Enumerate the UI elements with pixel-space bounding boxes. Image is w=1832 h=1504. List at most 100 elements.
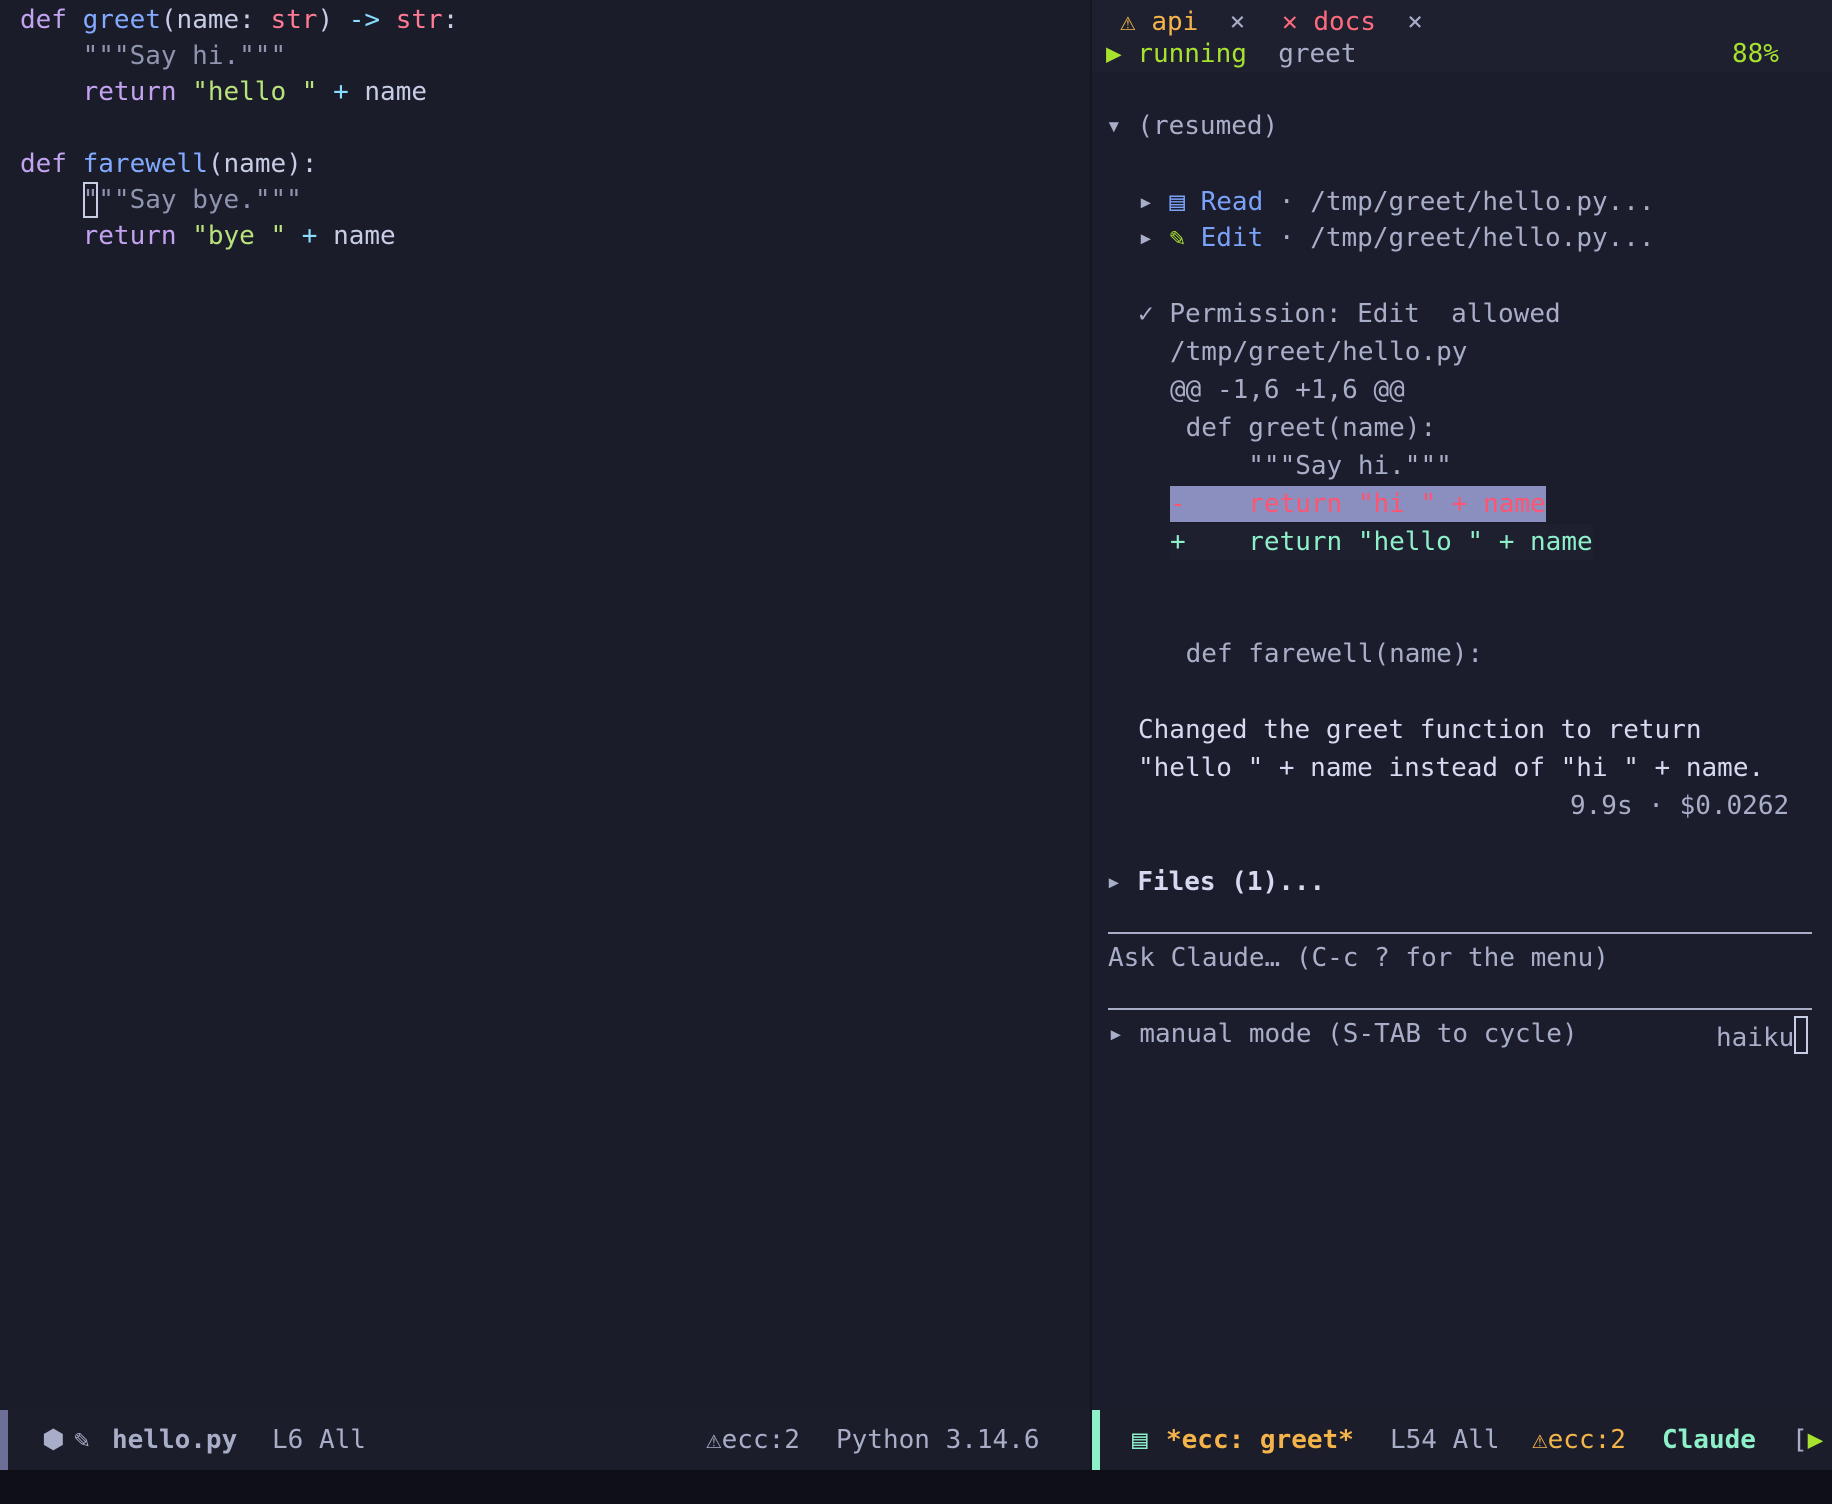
summary-line: "hello " + name instead of "hi " + name. xyxy=(1138,753,1765,783)
active-marker xyxy=(1092,1410,1100,1470)
edit-icon: ✎ xyxy=(74,1425,90,1455)
book-icon: ▤ xyxy=(1169,187,1185,217)
lint-indicator[interactable]: ⚠ecc:2 xyxy=(706,1422,800,1458)
text-cursor[interactable]: " xyxy=(82,182,99,218)
code-line-1: def greet(name: str) -> str: xyxy=(20,2,458,38)
tool-path: · /tmp/greet/hello.py... xyxy=(1278,223,1655,253)
caret-right-icon: ▸ xyxy=(1106,867,1122,897)
tab-label: api xyxy=(1151,7,1199,37)
docstring: ""Say bye.""" xyxy=(98,185,302,215)
session-label: (resumed) xyxy=(1137,111,1279,141)
files-label: Files (1)... xyxy=(1137,867,1326,897)
interpreter[interactable]: Python 3.14.6 xyxy=(836,1422,1040,1458)
check-icon: ✓ xyxy=(1138,299,1154,329)
diff-added-line: + return "hello " + name xyxy=(1170,524,1593,560)
divider-rule xyxy=(1108,932,1812,934)
error-icon: ✕ xyxy=(1282,7,1298,37)
permission-line: ✓ Permission: Edit allowed xyxy=(1138,296,1561,332)
bottom-edge xyxy=(0,1470,1832,1504)
function-name: greet xyxy=(82,5,161,35)
play-icon: ▶ xyxy=(1106,39,1122,69)
code-text: (name): xyxy=(207,149,318,179)
keyword: def xyxy=(20,5,83,35)
divider-rule xyxy=(1108,1008,1812,1010)
warning-icon: ⚠ xyxy=(706,1425,722,1455)
tab-bar: ⚠ api × ✕ docs × ▶ running greet 88% xyxy=(1092,0,1832,72)
code-line-7: return "bye " + name xyxy=(20,218,396,254)
operator: + xyxy=(317,77,365,107)
lint-count: ecc:2 xyxy=(721,1425,800,1455)
tool-edit[interactable]: ▸ ✎ Edit · /tmp/greet/hello.py... xyxy=(1138,220,1655,256)
bracket-text: [ xyxy=(1792,1425,1808,1455)
diff-removed-line: - return "hi " + name xyxy=(1170,486,1546,522)
diff-hunk-header: @@ -1,6 +1,6 @@ xyxy=(1170,375,1405,405)
prompt-input[interactable]: Ask Claude… (C-c ? for the menu) xyxy=(1108,940,1609,976)
session-toggle[interactable]: ▾ (resumed) xyxy=(1106,108,1278,144)
string-literal: "hello " xyxy=(192,77,318,107)
lint-count: ecc:2 xyxy=(1547,1425,1626,1455)
cost-readout: 9.9s · $0.0262 xyxy=(1570,791,1790,821)
tab-docs[interactable]: ✕ docs × xyxy=(1282,4,1423,40)
files-toggle[interactable]: ▸ Files (1)... xyxy=(1106,864,1325,900)
caret-down-icon: ▾ xyxy=(1106,111,1122,141)
code-line-5: def farewell(name): xyxy=(20,146,317,182)
function-name: farewell xyxy=(82,149,208,179)
filename[interactable]: hello.py xyxy=(112,1422,237,1458)
buffer-name[interactable]: *ecc: greet* xyxy=(1166,1422,1354,1458)
status-bar-right: ▤ *ecc: greet* L54 All ⚠ecc:2 Claude [▶ xyxy=(1092,1410,1832,1470)
permission-text: Permission: Edit allowed xyxy=(1169,299,1561,329)
mode-name: Claude xyxy=(1662,1425,1756,1455)
code-text: ) xyxy=(317,5,349,35)
play-icon: ▶ xyxy=(1807,1425,1824,1455)
type-name: str xyxy=(395,5,443,35)
close-icon[interactable]: × xyxy=(1230,7,1246,37)
warning-icon: ⚠ xyxy=(1120,7,1136,37)
pencil-icon: ✎ xyxy=(1169,223,1185,253)
document-icon: ▤ xyxy=(1132,1425,1148,1455)
keyword: def xyxy=(20,149,83,179)
diff-context: def farewell(name): xyxy=(1170,639,1484,669)
status-bracket: [▶ xyxy=(1792,1422,1823,1458)
mode-toggle[interactable]: ▸ manual mode (S-TAB to cycle) xyxy=(1108,1016,1578,1052)
model-selector[interactable]: haiku xyxy=(1716,1016,1809,1056)
keyword: return xyxy=(20,77,193,107)
identifier: name xyxy=(364,77,428,107)
code-text: : xyxy=(442,5,459,35)
claude-pane[interactable]: ⚠ api × ✕ docs × ▶ running greet 88% ▾ (… xyxy=(1092,0,1832,1410)
tool-path: · /tmp/greet/hello.py... xyxy=(1278,187,1655,217)
line-position: L54 All xyxy=(1390,1425,1500,1455)
identifier: name xyxy=(333,221,396,251)
tool-label: Edit xyxy=(1200,223,1264,253)
permission-file: /tmp/greet/hello.py xyxy=(1170,337,1468,367)
operator: + xyxy=(286,221,334,251)
caret-right-icon: ▸ xyxy=(1138,223,1154,253)
close-icon[interactable]: × xyxy=(1407,7,1423,37)
code-line-6: """Say bye.""" xyxy=(20,182,302,218)
text-cursor xyxy=(1794,1016,1809,1054)
editor-pane[interactable]: def greet(name: str) -> str: """Say hi."… xyxy=(0,0,1090,1410)
string-literal: "bye " xyxy=(192,221,287,251)
line-position: L6 All xyxy=(272,1425,366,1455)
run-state: running xyxy=(1137,39,1247,69)
caret-right-icon: ▸ xyxy=(1138,187,1154,217)
diff-context: """Say hi.""" xyxy=(1170,451,1452,481)
lint-indicator[interactable]: ⚠ecc:2 xyxy=(1532,1422,1626,1458)
code-line-3: return "hello " + name xyxy=(20,74,427,110)
code-line-2: """Say hi.""" xyxy=(20,41,287,71)
tool-read[interactable]: ▸ ▤ Read · /tmp/greet/hello.py... xyxy=(1138,184,1655,220)
summary-line: Changed the greet function to return xyxy=(1138,715,1702,745)
active-marker xyxy=(0,1410,8,1470)
tab-api[interactable]: ⚠ api × xyxy=(1120,4,1245,40)
task-name: greet xyxy=(1278,39,1357,69)
code-text: (name: xyxy=(160,5,271,35)
percent-value: 88% xyxy=(1732,39,1779,69)
mode-label: manual mode (S-TAB to cycle) xyxy=(1139,1019,1578,1049)
tab-label: docs xyxy=(1313,7,1376,37)
status-bar-left: ⬢ ✎ hello.py L6 All ⚠ecc:2 Python 3.14.6 xyxy=(0,1410,1090,1470)
caret-right-icon: ▸ xyxy=(1108,1019,1124,1049)
model-name: haiku xyxy=(1716,1023,1795,1053)
keyword: return xyxy=(20,221,193,251)
diff-context: def greet(name): xyxy=(1170,413,1437,443)
tool-label: Read xyxy=(1200,187,1264,217)
